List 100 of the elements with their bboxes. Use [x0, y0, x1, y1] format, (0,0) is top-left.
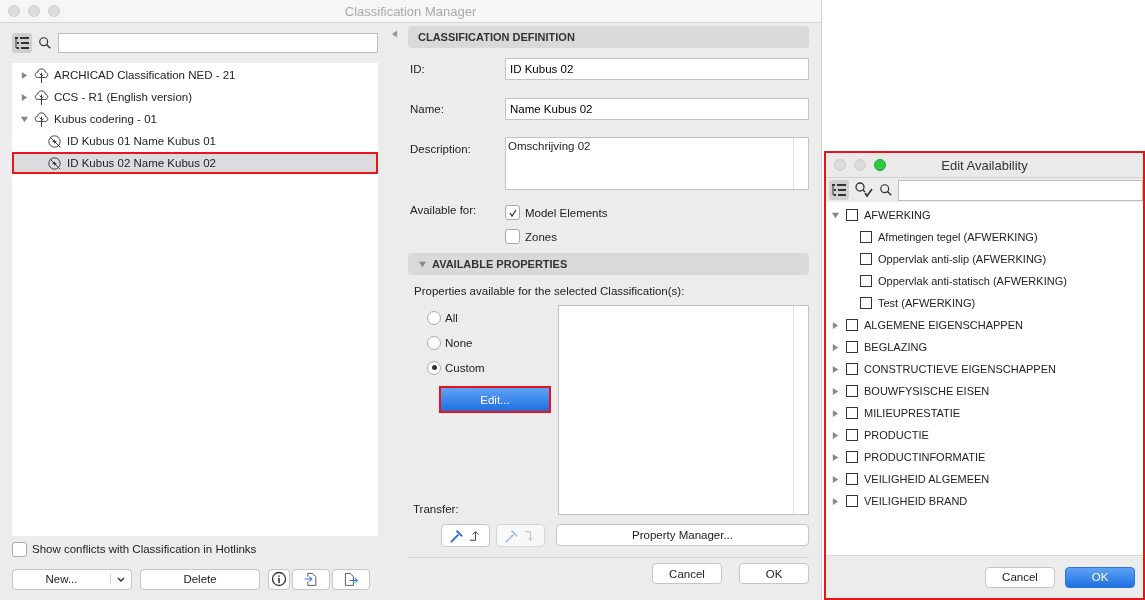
cancel-button[interactable]: Cancel — [985, 566, 1055, 588]
import-button[interactable] — [292, 568, 330, 590]
checkbox[interactable] — [846, 341, 858, 353]
checkbox[interactable] — [860, 275, 872, 287]
name-field[interactable]: Name Kubus 02 — [505, 98, 809, 120]
property-group-label: CONSTRUCTIEVE EIGENSCHAPPEN — [864, 363, 1056, 375]
description-field[interactable]: Omschrijving 02 — [505, 137, 809, 190]
caption-text: Properties available for the selected Classification(s): — [414, 285, 686, 297]
disclosure-triangle-icon[interactable] — [831, 430, 840, 440]
checkbox-label: Zones — [525, 230, 557, 243]
disclosure-triangle-icon[interactable] — [831, 452, 840, 462]
disclosure-triangle-icon[interactable] — [831, 320, 840, 330]
property-group-label: ALGEMENE EIGENSCHAPPEN — [864, 319, 1023, 331]
leaf-icon — [46, 154, 63, 172]
tree-icon — [33, 66, 50, 84]
checkbox[interactable] — [505, 205, 520, 220]
disclosure-triangle-icon[interactable] — [418, 259, 427, 269]
dialog-title: Edit Availability — [941, 157, 1028, 173]
tree-item[interactable]: CCS - R1 (English version) — [12, 86, 378, 108]
checkbox-label: Show conflicts with Classification in Hotlinks — [32, 543, 257, 555]
field-label: Description: — [409, 142, 472, 155]
radio-label: None — [445, 336, 473, 349]
tree-item[interactable]: ID Kubus 01 Name Kubus 01 — [12, 130, 378, 152]
disclosure-triangle-icon[interactable] — [831, 364, 840, 374]
ok-button[interactable]: OK — [739, 563, 809, 584]
radio-button[interactable] — [427, 335, 441, 350]
checkbox[interactable] — [860, 253, 872, 265]
checkbox[interactable] — [860, 231, 872, 243]
window-title: Classification Manager — [344, 3, 477, 19]
checkbox[interactable] — [846, 385, 858, 397]
new-button[interactable]: New... — [12, 568, 132, 590]
search-field[interactable] — [58, 33, 378, 53]
info-icon — [271, 571, 287, 587]
property-group-label: AFWERKING — [864, 209, 931, 221]
checkbox-label: Model Elements — [525, 206, 608, 219]
info-button[interactable] — [268, 568, 290, 590]
search-field[interactable] — [898, 179, 1143, 201]
property-group-label: PRODUCTINFORMATIE — [864, 451, 986, 463]
checkbox[interactable] — [846, 473, 858, 485]
property-group-label: BOUWFYSISCHE EISEN — [864, 385, 990, 397]
tree-view-icon[interactable] — [829, 180, 849, 200]
disclosure-triangle-icon[interactable] — [831, 496, 840, 506]
disclosure-triangle-icon[interactable] — [20, 92, 29, 102]
property-group-label: BEGLAZING — [864, 341, 927, 353]
property-label: Afmetingen tegel (AFWERKING) — [878, 231, 1038, 243]
disclosure-triangle-icon[interactable] — [831, 342, 840, 352]
tree-view-icon[interactable] — [12, 33, 32, 53]
radio-button[interactable] — [427, 310, 441, 325]
property-group-label: PRODUCTIE — [864, 429, 929, 441]
property-label: Oppervlak anti-slip (AFWERKING) — [878, 253, 1047, 265]
checkbox[interactable] — [846, 363, 858, 375]
tree-item[interactable]: ARCHICAD Classification NED - 21 — [12, 64, 378, 86]
field-label: Available for: — [409, 204, 478, 218]
field-label: ID: — [409, 63, 426, 75]
tree-icon — [33, 88, 50, 106]
checkbox[interactable] — [860, 297, 872, 309]
section-header[interactable]: AVAILABLE PROPERTIES — [408, 253, 809, 275]
tree-item[interactable]: ID Kubus 02 Name Kubus 02 — [12, 152, 378, 174]
radio-label: All — [445, 311, 458, 324]
export-button[interactable] — [332, 568, 370, 590]
disclosure-triangle-icon[interactable] — [831, 210, 840, 220]
disclosure-triangle-icon[interactable] — [20, 70, 29, 80]
edit-button[interactable]: Edit... — [441, 388, 549, 411]
import-icon — [303, 571, 319, 587]
tree-item[interactable]: Kubus codering - 01 — [12, 108, 378, 130]
ok-button[interactable]: OK — [1065, 566, 1135, 588]
checkbox[interactable] — [846, 429, 858, 441]
property-group-label: VEILIGHEID BRAND — [864, 495, 968, 507]
checkbox[interactable] — [12, 541, 27, 557]
export-icon — [343, 571, 359, 587]
radio-button[interactable] — [427, 360, 441, 375]
checkbox[interactable] — [505, 229, 520, 244]
radio-label: Custom — [445, 361, 485, 374]
delete-button[interactable]: Delete — [140, 568, 260, 590]
property-group-label: MILIEUPRESTATIE — [864, 407, 961, 419]
property-label: Oppervlak anti-statisch (AFWERKING) — [878, 275, 1067, 287]
transfer-up-button[interactable] — [441, 524, 490, 547]
disclosure-triangle-icon[interactable] — [20, 114, 29, 124]
disclosure-triangle-icon[interactable] — [831, 408, 840, 418]
disclosure-triangle-icon[interactable] — [831, 474, 840, 484]
cancel-button[interactable]: Cancel — [652, 563, 722, 584]
property-label: Test (AFWERKING) — [878, 297, 976, 309]
checkbox[interactable] — [846, 407, 858, 419]
search-icon[interactable] — [879, 183, 893, 197]
checkmark-icon — [507, 207, 518, 218]
property-manager-button[interactable]: Property Manager... — [556, 524, 809, 546]
id-field[interactable]: ID Kubus 02 — [505, 58, 809, 80]
disclosure-triangle-icon[interactable] — [831, 386, 840, 396]
checkbox[interactable] — [846, 495, 858, 507]
field-label: Name: — [409, 103, 445, 115]
search-icon[interactable] — [38, 36, 52, 50]
zoom-button[interactable] — [874, 159, 886, 171]
checkbox[interactable] — [846, 451, 858, 463]
checkbox[interactable] — [846, 209, 858, 221]
search-check-icon[interactable] — [854, 181, 874, 199]
section-header: CLASSIFICATION DEFINITION — [408, 26, 809, 48]
collapse-arrow-icon[interactable] — [391, 30, 398, 38]
leaf-icon — [46, 132, 63, 150]
transfer-label: Transfer: — [413, 503, 460, 515]
checkbox[interactable] — [846, 319, 858, 331]
